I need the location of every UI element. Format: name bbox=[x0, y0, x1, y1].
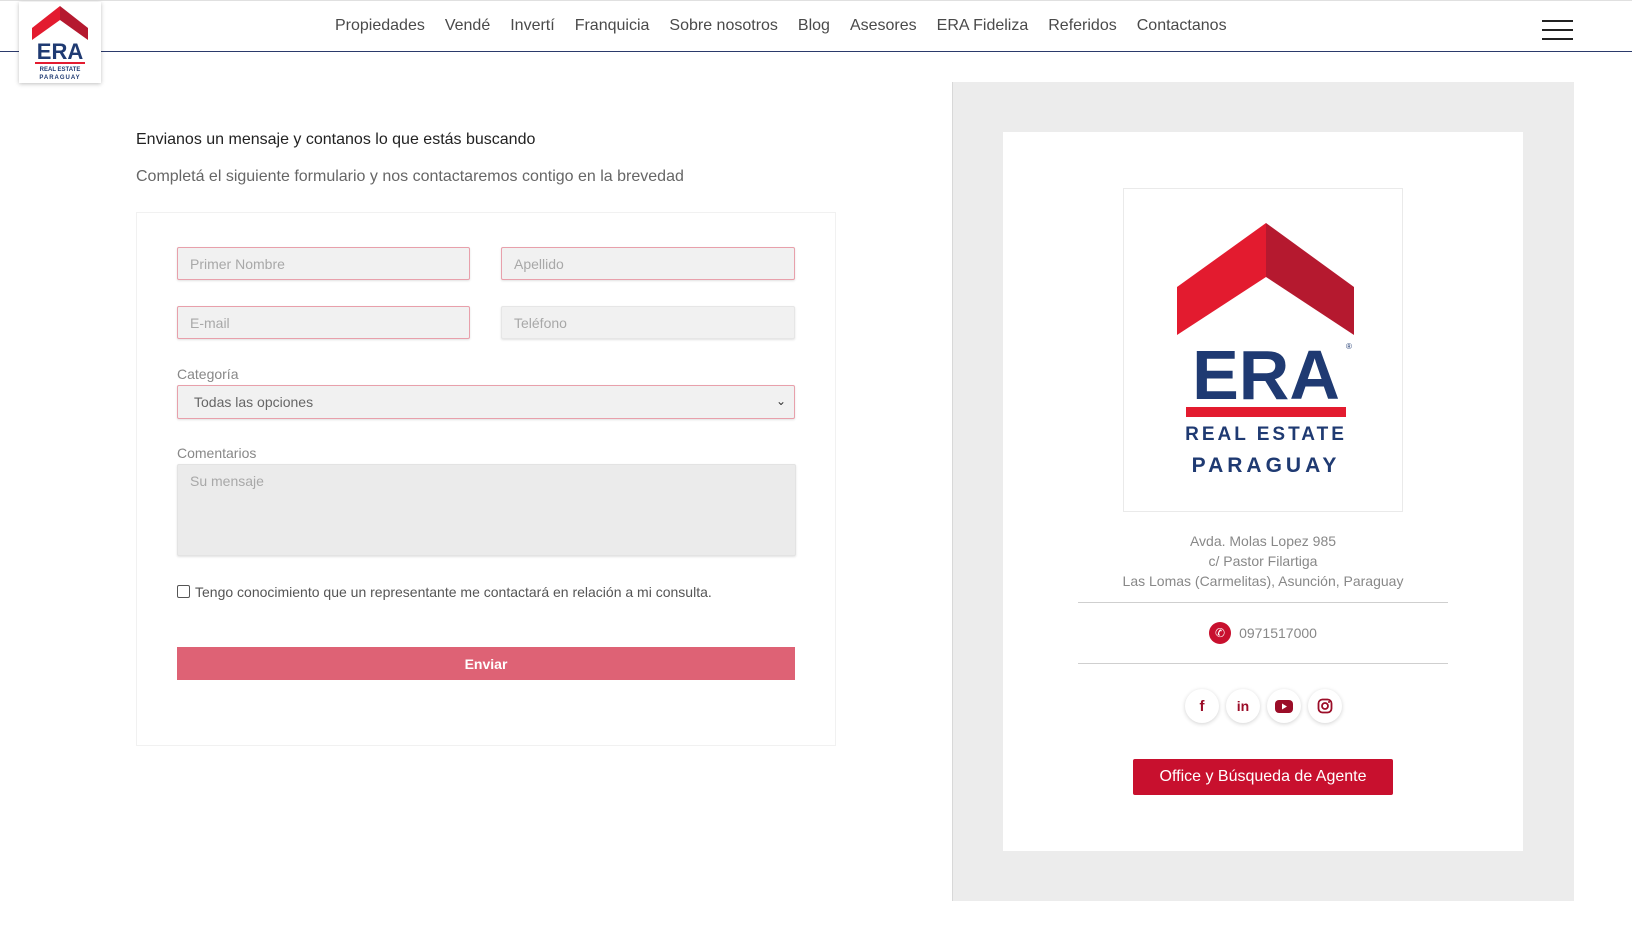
nav-link-inverti[interactable]: Invertí bbox=[510, 17, 554, 35]
comments-label: Comentarios bbox=[177, 445, 257, 461]
email-input[interactable] bbox=[177, 306, 470, 339]
site-header: Propiedades Vendé Invertí Franquicia Sob… bbox=[0, 0, 1632, 52]
nav-link-franquicia[interactable]: Franquicia bbox=[575, 17, 650, 35]
category-select[interactable]: Todas las opciones ⌄ bbox=[177, 385, 795, 419]
hamburger-icon[interactable] bbox=[1542, 20, 1573, 41]
office-search-button[interactable]: Office y Búsqueda de Agente bbox=[1133, 759, 1393, 795]
divider-bottom bbox=[1078, 663, 1448, 664]
form-title: Envianos un mensaje y contanos lo que es… bbox=[136, 131, 536, 148]
logo-era-text: ERA bbox=[37, 39, 84, 64]
last-name-input[interactable] bbox=[501, 247, 795, 280]
category-selected-value: Todas las opciones bbox=[194, 394, 314, 410]
divider-top bbox=[1078, 602, 1448, 603]
office-phone[interactable]: 0971517000 bbox=[1239, 625, 1317, 641]
phone-input[interactable] bbox=[501, 306, 795, 339]
address-line-1: Avda. Molas Lopez 985 bbox=[1189, 533, 1337, 549]
nav-link-referidos[interactable]: Referidos bbox=[1048, 17, 1116, 35]
consent-label: Tengo conocimiento que un representante … bbox=[195, 584, 712, 600]
first-name-input[interactable] bbox=[177, 247, 470, 280]
comments-textarea[interactable] bbox=[177, 464, 796, 556]
large-logo-paraguay-text: PARAGUAY bbox=[1192, 454, 1341, 477]
nav-link-blog[interactable]: Blog bbox=[798, 17, 830, 35]
era-logo[interactable]: ERA REAL ESTATE PARAGUAY bbox=[19, 2, 101, 83]
instagram-icon[interactable] bbox=[1308, 689, 1342, 723]
nav-link-vende[interactable]: Vendé bbox=[445, 17, 490, 35]
large-logo-era-text: ERA bbox=[1192, 336, 1340, 414]
logo-paraguay-text: PARAGUAY bbox=[39, 75, 80, 81]
chevron-down-icon: ⌄ bbox=[775, 394, 786, 408]
address-line-2: c/ Pastor Filartiga bbox=[1208, 553, 1318, 569]
nav-link-era-fideliza[interactable]: ERA Fideliza bbox=[937, 17, 1029, 35]
era-large-logo: ERA ® REAL ESTATE PARAGUAY bbox=[1123, 188, 1403, 512]
nav-link-sobre-nosotros[interactable]: Sobre nosotros bbox=[669, 17, 778, 35]
nav-link-propiedades[interactable]: Propiedades bbox=[335, 17, 425, 35]
consent-checkbox[interactable] bbox=[177, 585, 190, 598]
submit-button[interactable]: Enviar bbox=[177, 647, 795, 680]
large-logo-real-estate-text: REAL ESTATE bbox=[1185, 424, 1347, 445]
nav-link-asesores[interactable]: Asesores bbox=[850, 17, 917, 35]
nav-link-contactanos[interactable]: Contactanos bbox=[1137, 17, 1227, 35]
registered-mark: ® bbox=[1346, 342, 1352, 351]
phone-icon: ✆ bbox=[1209, 622, 1232, 644]
logo-real-estate-text: REAL ESTATE bbox=[40, 67, 81, 73]
linkedin-icon[interactable]: in bbox=[1226, 689, 1260, 723]
social-links: f in bbox=[1185, 689, 1342, 723]
main-nav: Propiedades Vendé Invertí Franquicia Sob… bbox=[335, 17, 1247, 35]
address-line-3: Las Lomas (Carmelitas), Asunción, Paragu… bbox=[1122, 573, 1404, 589]
facebook-icon[interactable]: f bbox=[1185, 689, 1219, 723]
youtube-icon[interactable] bbox=[1267, 689, 1301, 723]
form-subtitle: Completá el siguiente formulario y nos c… bbox=[136, 168, 684, 185]
phone-row[interactable]: ✆ 0971517000 bbox=[1003, 622, 1523, 644]
office-address: Avda. Molas Lopez 985 c/ Pastor Filartig… bbox=[1003, 531, 1523, 591]
category-label: Categoría bbox=[177, 366, 239, 382]
